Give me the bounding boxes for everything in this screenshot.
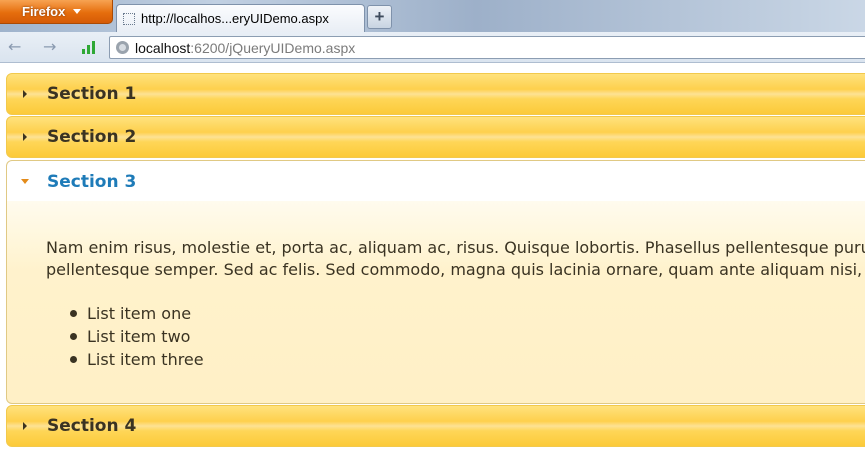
content-list: List item one List item two List item th… (46, 302, 204, 371)
list-item: List item one (46, 302, 204, 325)
accordion-header-section-2[interactable]: Section 2 (6, 116, 865, 158)
content-paragraph: Nam enim risus, molestie et, porta ac, a… (46, 237, 865, 281)
accordion-header-section-1[interactable]: Section 1 (6, 73, 865, 115)
globe-icon (116, 41, 129, 54)
list-item: List item three (46, 348, 204, 371)
dropdown-arrow-icon (73, 9, 82, 14)
bullet-icon (70, 310, 77, 317)
accordion-header-section-4[interactable]: Section 4 (6, 405, 865, 447)
list-item: List item two (46, 325, 204, 348)
accordion-header-section-3[interactable]: Section 3 (6, 160, 865, 202)
signal-bars-icon (82, 41, 95, 54)
navigation-bar: ← → localhost:6200/jQueryUIDemo.aspx (0, 32, 865, 63)
plus-icon: + (374, 7, 385, 26)
tab-title: http://localhos...eryUIDemo.aspx (141, 11, 329, 26)
back-arrow-icon[interactable]: ← (8, 37, 21, 56)
list-item-text: List item one (87, 304, 192, 323)
page-favicon-icon (123, 12, 135, 25)
url-text[interactable]: localhost:6200/jQueryUIDemo.aspx (135, 38, 355, 57)
new-tab-button[interactable]: + (367, 5, 392, 29)
section-title: Section 1 (47, 84, 137, 104)
triangle-right-icon (23, 133, 27, 141)
section-title: Section 3 (47, 171, 137, 192)
url-host: localhost (135, 40, 191, 56)
firefox-menu-label: Firefox (22, 4, 66, 19)
browser-tab[interactable]: http://localhos...eryUIDemo.aspx (116, 4, 365, 32)
address-bar[interactable]: localhost:6200/jQueryUIDemo.aspx (109, 36, 865, 59)
list-item-text: List item two (87, 327, 191, 346)
bullet-icon (70, 333, 77, 340)
triangle-right-icon (23, 422, 27, 430)
bullet-icon (70, 356, 77, 363)
url-path: :6200/jQueryUIDemo.aspx (190, 40, 356, 56)
title-bar: Firefox http://localhos...eryUIDemo.aspx… (0, 0, 865, 32)
triangle-right-icon (23, 90, 27, 98)
page-content: Section 1 Section 2 Section 3 Nam enim r… (0, 63, 865, 471)
section-title: Section 2 (47, 127, 137, 147)
triangle-down-icon (21, 179, 29, 184)
paragraph-line-2: pellentesque semper. Sed ac felis. Sed c… (46, 260, 865, 279)
list-item-text: List item three (87, 350, 204, 369)
section-title: Section 4 (47, 416, 137, 436)
firefox-menu-button[interactable]: Firefox (0, 0, 113, 24)
forward-arrow-icon[interactable]: → (43, 37, 56, 56)
paragraph-line-1: Nam enim risus, molestie et, porta ac, a… (46, 238, 865, 257)
accordion-content-section-3: Nam enim risus, molestie et, porta ac, a… (6, 201, 865, 404)
